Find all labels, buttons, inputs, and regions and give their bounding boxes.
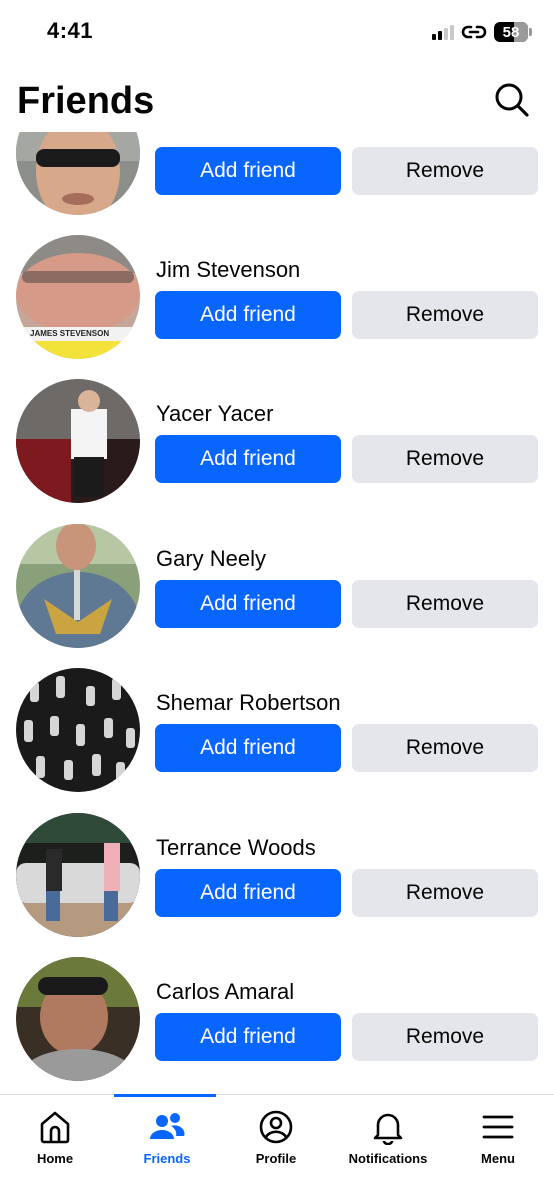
friend-row: Terrance Woods Add friend Remove (0, 813, 554, 957)
friend-name[interactable]: Shemar Robertson (156, 690, 341, 716)
friend-row: Yacer Yacer Add friend Remove (0, 379, 554, 523)
remove-button[interactable]: Remove (352, 869, 538, 917)
friend-name[interactable]: Jim Stevenson (156, 257, 300, 283)
friend-name[interactable]: Terrance Woods (156, 835, 316, 861)
friend-row: Shemar Robertson Add friend Remove (0, 668, 554, 812)
cellular-signal-icon (432, 24, 454, 40)
friend-row: Add friend Remove (0, 132, 554, 215)
avatar[interactable] (16, 813, 140, 937)
add-friend-button[interactable]: Add friend (155, 869, 341, 917)
avatar[interactable] (16, 379, 140, 503)
active-tab-indicator (114, 1094, 216, 1097)
tab-label: Notifications (348, 1151, 428, 1166)
add-friend-button[interactable]: Add friend (155, 147, 341, 195)
status-time: 4:41 (47, 18, 94, 43)
avatar[interactable]: JAMES STEVENSON (16, 235, 140, 359)
tab-friends[interactable]: Friends (112, 1094, 222, 1199)
remove-button[interactable]: Remove (352, 291, 538, 339)
search-button[interactable] (492, 80, 532, 120)
add-friend-button[interactable]: Add friend (155, 435, 341, 483)
add-friend-button[interactable]: Add friend (155, 580, 341, 628)
tab-label: Home (36, 1151, 74, 1166)
battery-icon: 58 (494, 22, 532, 42)
tab-label: Profile (255, 1151, 297, 1166)
friend-row: JAMES STEVENSON Jim Stevenson Add friend… (0, 235, 554, 379)
remove-button[interactable]: Remove (352, 580, 538, 628)
tab-profile[interactable]: Profile (221, 1095, 331, 1199)
bottom-tab-bar: Home Friends Profile Notifications Menu (0, 1094, 554, 1199)
tab-home[interactable]: Home (0, 1095, 110, 1199)
friend-name[interactable]: Yacer Yacer (156, 401, 273, 427)
status-bar: 4:41 58 (0, 0, 554, 70)
friend-name[interactable]: Gary Neely (156, 546, 266, 572)
avatar-caption: JAMES STEVENSON (30, 329, 110, 338)
menu-icon (482, 1115, 514, 1139)
remove-button[interactable]: Remove (352, 147, 538, 195)
tab-label: Menu (481, 1151, 515, 1166)
avatar[interactable] (16, 668, 140, 792)
friend-row: Carlos Amaral Add friend Remove (0, 957, 554, 1094)
tab-notifications[interactable]: Notifications (333, 1095, 443, 1199)
friends-icon (150, 1113, 185, 1139)
home-icon (40, 1111, 70, 1144)
add-friend-button[interactable]: Add friend (155, 291, 341, 339)
tab-menu[interactable]: Menu (443, 1095, 553, 1199)
remove-button[interactable]: Remove (352, 1013, 538, 1061)
remove-button[interactable]: Remove (352, 724, 538, 772)
add-friend-button[interactable]: Add friend (155, 724, 341, 772)
search-icon (495, 83, 529, 117)
avatar[interactable] (16, 132, 140, 215)
friend-requests-list[interactable]: Add friend Remove JAMES STEVENSON Jim St… (0, 132, 554, 1094)
friend-name[interactable]: Carlos Amaral (156, 979, 294, 1005)
profile-icon (259, 1110, 293, 1144)
bell-icon (373, 1113, 403, 1145)
avatar[interactable] (16, 524, 140, 648)
status-icons: 58 (432, 22, 532, 42)
header: Friends (0, 70, 554, 132)
friend-row: Gary Neely Add friend Remove (0, 524, 554, 668)
avatar[interactable] (16, 957, 140, 1081)
remove-button[interactable]: Remove (352, 435, 538, 483)
link-icon (461, 25, 487, 39)
add-friend-button[interactable]: Add friend (155, 1013, 341, 1061)
tab-label: Friends (143, 1151, 191, 1166)
page-title: Friends (17, 80, 155, 122)
battery-level: 58 (502, 23, 520, 41)
